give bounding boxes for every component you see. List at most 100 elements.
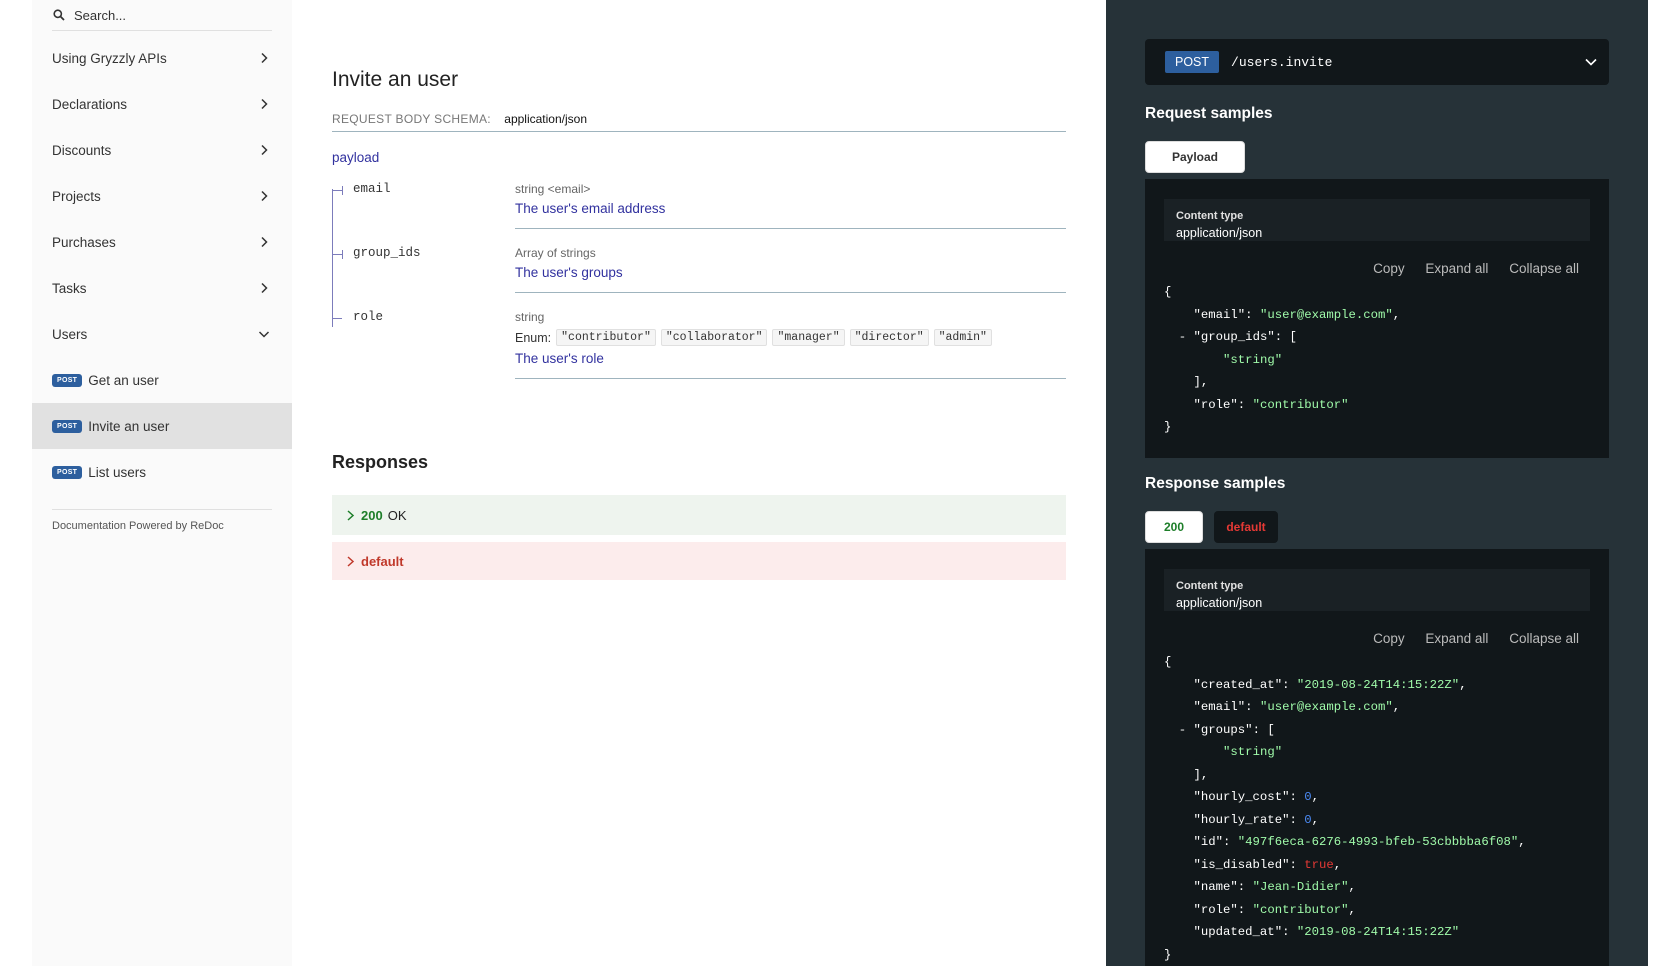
schema-label: REQUEST BODY SCHEMA: [332,112,491,126]
sidebar-item-purchases[interactable]: Purchases [32,219,292,265]
response-json-code: { "created_at": "2019-08-24T14:15:22Z", … [1164,655,1526,962]
payload-label: payload [332,150,380,165]
json-value: "contributor" [1252,397,1349,412]
sidebar-item-discounts[interactable]: Discounts [32,127,292,173]
property-description: The user's groups [515,265,623,280]
response-default-toggle[interactable]: default [332,542,1066,580]
chevron-down-icon [258,331,270,338]
json-value: "user@example.com" [1259,307,1393,322]
copy-button[interactable]: Copy [1373,631,1405,646]
property-detail: Array of strings The user's groups [515,246,1066,293]
json-value: "string" [1223,352,1283,367]
json-value: 0 [1304,812,1312,827]
tab-response-default[interactable]: default [1214,511,1278,543]
collapse-toggle[interactable]: - [1164,723,1194,737]
sidebar-item-declarations[interactable]: Declarations [32,81,292,127]
sidebar-subitem-get-an-user[interactable]: POST Get an user [32,357,292,403]
powered-by-link[interactable]: Documentation Powered by ReDoc [32,510,292,542]
page-title: Invite an user [332,68,459,91]
chevron-right-icon [261,52,268,64]
collapse-all-button[interactable]: Collapse all [1509,631,1579,646]
json-value: "contributor" [1252,902,1349,917]
chevron-right-icon [261,236,268,248]
property-enum: Enum: "contributor" "collaborator" "mana… [515,329,1066,346]
chevron-right-icon [261,282,268,294]
request-sample-panel: Content type application/json Copy Expan… [1145,179,1609,458]
response-samples-title: Response samples [1145,475,1286,492]
property-type: Array of strings [515,246,596,260]
post-badge: POST [52,465,83,479]
http-method-badge: POST [1165,51,1220,73]
content-type-label: Content type [1176,210,1244,222]
sidebar-item-tasks[interactable]: Tasks [32,265,292,311]
json-value: true [1304,857,1334,872]
sidebar-subitem-label: Get an user [88,372,159,388]
main-content: Invite an user REQUEST BODY SCHEMA: appl… [292,0,1106,966]
property-name: group_ids [332,246,421,260]
sidebar-nav: Using Gryzzly APIs Declarations Discount… [32,35,292,542]
enum-value: "director" [849,329,929,346]
sidebar-item-label: Purchases [52,234,116,250]
json-value: "2019-08-24T14:15:22Z" [1296,925,1460,939]
content-type-value: application/json [1176,596,1263,610]
sidebar-item-label: Projects [52,188,101,204]
json-value: "2019-08-24T14:15:22Z" [1296,677,1460,692]
response-code: 200 [361,507,383,523]
property-description: The user's email address [515,201,666,216]
content-type-label: Content type [1176,580,1244,592]
property-detail: string Enum: "contributor" "collaborator… [515,310,1066,379]
tab-payload[interactable]: Payload [1145,141,1245,173]
sidebar-item-label: Declarations [52,96,128,112]
response-sample-panel: Content type application/json Copy Expan… [1145,549,1609,966]
sample-actions: Copy Expand all Collapse all [1356,261,1579,276]
collapse-toggle[interactable]: - [1164,330,1194,344]
expand-all-button[interactable]: Expand all [1425,261,1488,276]
response-text: OK [387,507,407,523]
property-detail: string <email> The user's email address [515,182,1066,229]
json-value: 0 [1304,790,1312,804]
property-name: role [332,310,383,324]
response-code: default [361,553,404,569]
json-value: "497f6eca-6276-4993-bfeb-53cbbbba6f08" [1237,835,1519,849]
sample-actions: Copy Expand all Collapse all [1356,631,1579,646]
chevron-right-icon [347,509,355,521]
chevron-down-icon [1585,58,1597,66]
chevron-right-icon [261,98,268,110]
sidebar-item-users[interactable]: Users [32,311,292,357]
responses-title: Responses [332,452,429,472]
post-badge: POST [52,419,83,433]
sidebar-subitem-list-users[interactable]: POST List users [32,449,292,495]
property-name: email [332,182,391,196]
tab-response-200[interactable]: 200 [1145,511,1203,543]
response-200-toggle[interactable]: 200 OK [332,495,1066,535]
content-type-value: application/json [1176,226,1263,240]
sidebar-item-label: Using Gryzzly APIs [52,50,167,66]
schema-type: application/json [504,112,588,126]
property-type: string [515,310,545,324]
json-value: "user@example.com" [1259,700,1393,714]
chevron-right-icon [347,555,355,567]
json-value: "string" [1223,745,1283,759]
search-box[interactable]: Search... [52,0,272,31]
sidebar-item-using-gryzzly-apis[interactable]: Using Gryzzly APIs [32,35,292,81]
enum-value: "manager" [772,329,845,346]
sidebar-subitem-invite-an-user[interactable]: POST Invite an user [32,403,292,449]
search-input[interactable]: Search... [74,8,126,23]
sidebar-item-label: Discounts [52,142,112,158]
request-samples-title: Request samples [1145,105,1273,122]
request-json-code: { "email": "user@example.com", - "group_… [1164,285,1401,434]
endpoint-selector[interactable]: POST /users.invite [1145,39,1609,85]
chevron-right-icon [261,144,268,156]
chevron-right-icon [261,190,268,202]
property-type: string <email> [515,182,591,196]
sidebar-item-projects[interactable]: Projects [32,173,292,219]
sidebar-subitem-label: Invite an user [88,418,170,434]
copy-button[interactable]: Copy [1373,261,1405,276]
expand-all-button[interactable]: Expand all [1425,631,1488,646]
endpoint-path: /users.invite [1231,54,1333,70]
request-body-schema-header: REQUEST BODY SCHEMA: application/json [332,112,1066,132]
sidebar-item-label: Tasks [52,280,87,296]
sidebar-item-label: Users [52,326,88,342]
collapse-all-button[interactable]: Collapse all [1509,261,1579,276]
enum-value: "admin" [933,329,992,346]
